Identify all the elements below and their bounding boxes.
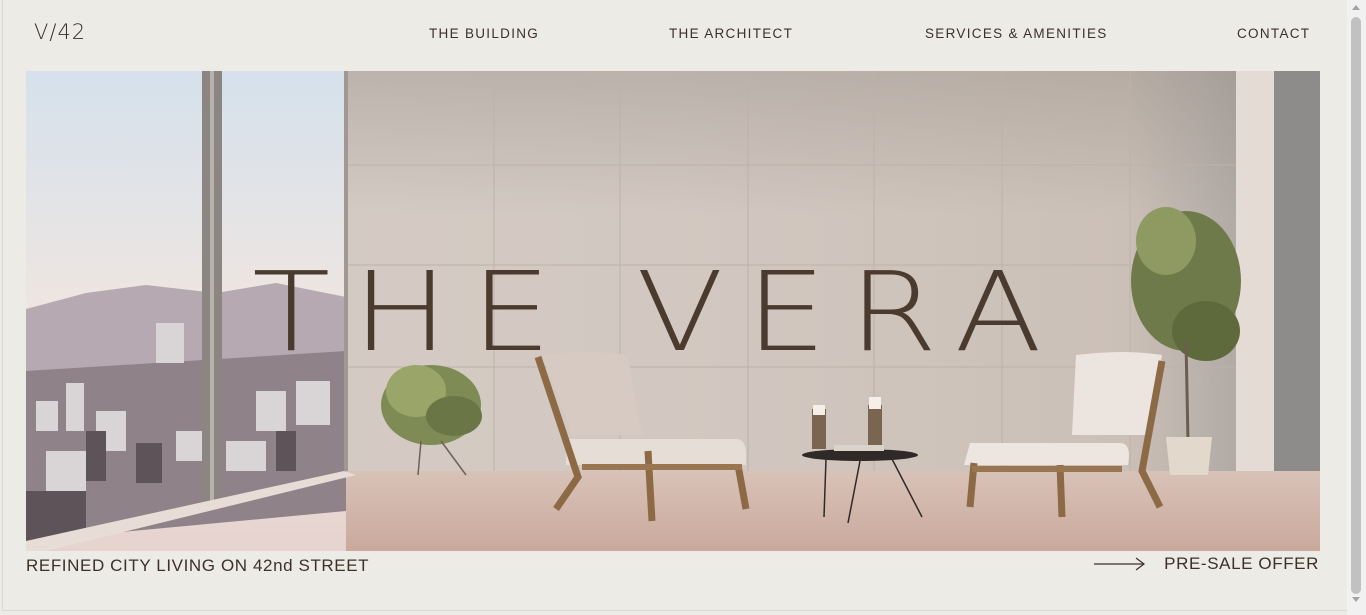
pre-sale-offer-label: PRE-SALE OFFER	[1164, 554, 1319, 573]
scroll-thumb[interactable]	[1351, 17, 1361, 594]
nav-services-amenities[interactable]: SERVICES & AMENITIES	[925, 26, 1108, 41]
site-logo[interactable]: V/42	[34, 20, 86, 44]
nav-the-architect[interactable]: THE ARCHITECT	[669, 26, 793, 41]
tagline: REFINED CITY LIVING ON 42nd STREET	[26, 556, 370, 575]
arrow-right-icon	[1094, 557, 1146, 571]
vertical-scrollbar[interactable]	[1347, 0, 1366, 615]
nav-the-building[interactable]: THE BUILDING	[429, 26, 539, 41]
pre-sale-offer-link[interactable]: PRE-SALE OFFER	[1094, 554, 1319, 574]
scroll-up-arrow-icon[interactable]	[1352, 5, 1360, 10]
hero-image: THE VERA	[26, 71, 1320, 551]
scroll-down-arrow-icon[interactable]	[1352, 597, 1360, 602]
nav-contact[interactable]: CONTACT	[1237, 26, 1310, 41]
hero-title: THE VERA	[252, 248, 1064, 377]
